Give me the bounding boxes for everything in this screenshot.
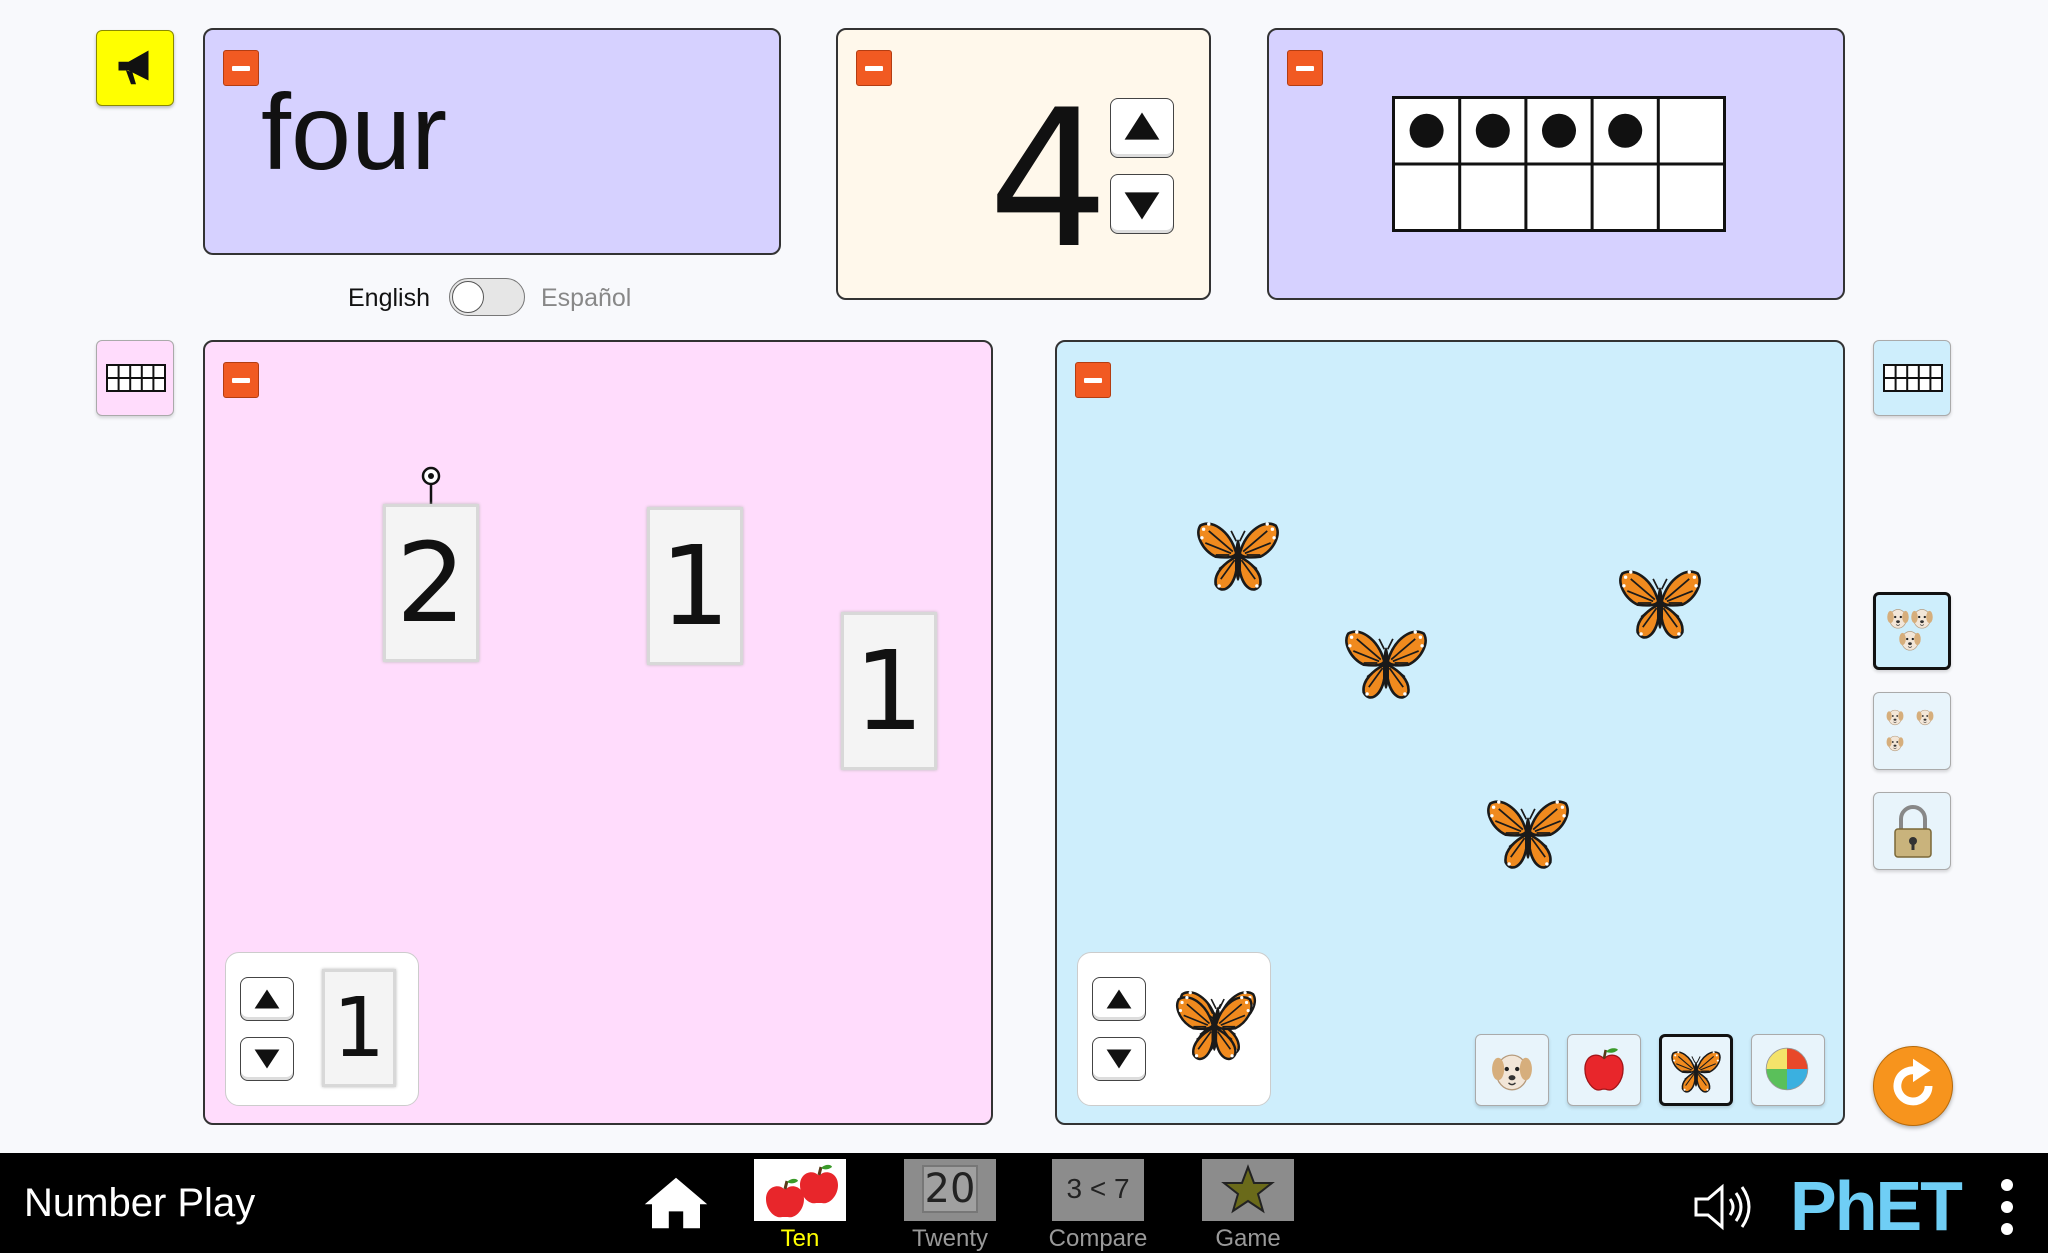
sim-title: Number Play [24, 1181, 256, 1225]
tab-game[interactable]: Game [1198, 1157, 1298, 1253]
collapse-ten-frame-panel-button[interactable] [1287, 50, 1323, 86]
ten-frame-icon [1883, 364, 1943, 392]
butterfly-icon [1485, 790, 1571, 876]
object-type-dog[interactable] [1475, 1034, 1549, 1106]
star-icon [1221, 1164, 1275, 1214]
twenty-icon: 20 [922, 1165, 978, 1213]
butterfly-icon [1670, 1045, 1722, 1097]
ten-frame-panel [1267, 28, 1845, 300]
remove-card-button[interactable] [240, 1037, 294, 1081]
lock-objects-button[interactable] [1873, 792, 1951, 870]
butterfly-object[interactable] [1617, 560, 1703, 646]
object-type-ball[interactable] [1751, 1034, 1825, 1106]
down-arrow-icon [254, 1049, 280, 1069]
lock-icon [1894, 805, 1932, 858]
drag-pin-icon [421, 466, 441, 504]
number-word-panel: four [203, 28, 781, 255]
tab-compare[interactable]: 3 < 7 Compare [1048, 1157, 1148, 1253]
down-arrow-icon [1124, 192, 1160, 220]
right-ten-frame-button[interactable] [1873, 340, 1951, 416]
apples-icon [766, 1164, 838, 1218]
tab-compare-label: Compare [1048, 1225, 1148, 1252]
speak-button[interactable] [96, 30, 174, 106]
object-type-apple[interactable] [1567, 1034, 1641, 1106]
decrement-button[interactable] [1110, 174, 1174, 234]
home-icon [644, 1177, 708, 1229]
ten-frame-dot [1542, 113, 1576, 148]
collapse-number-panel-button[interactable] [856, 50, 892, 86]
group-objects-button[interactable] [1873, 592, 1951, 670]
dog-icon [1486, 1043, 1538, 1095]
add-card-button[interactable] [240, 977, 294, 1021]
object-type-butterfly[interactable] [1659, 1034, 1733, 1106]
butterfly-object[interactable] [1343, 620, 1429, 706]
ten-frame-dot [1608, 113, 1643, 148]
left-play-area: 2 1 1 1 [203, 340, 993, 1125]
number-card[interactable]: 2 [383, 504, 479, 662]
sound-button[interactable] [1690, 1177, 1760, 1237]
tab-ten-label: Ten [780, 1225, 820, 1252]
tab-twenty-label: Twenty [911, 1225, 989, 1252]
collapse-word-panel-button[interactable] [223, 50, 259, 86]
number-card[interactable]: 1 [647, 507, 743, 665]
up-arrow-icon [254, 989, 280, 1009]
tab-compare-icon-box: 3 < 7 [1052, 1159, 1144, 1221]
down-arrow-icon [1106, 1049, 1132, 1069]
spread-objects-button[interactable] [1873, 692, 1951, 770]
ten-frame-dot [1409, 113, 1444, 148]
right-play-area [1055, 340, 1845, 1125]
tab-ten[interactable]: Ten [750, 1157, 850, 1253]
butterfly-icon [1195, 512, 1281, 598]
increment-button[interactable] [1110, 98, 1174, 158]
up-arrow-icon [1106, 989, 1132, 1009]
options-menu-button[interactable] [1994, 1175, 2020, 1239]
add-object-button[interactable] [1092, 977, 1146, 1021]
ten-frame-dot [1475, 113, 1510, 148]
toggle-knob[interactable] [452, 281, 484, 313]
tab-twenty[interactable]: 20 Twenty [900, 1157, 1000, 1253]
number-word: four [261, 71, 448, 192]
megaphone-icon [118, 50, 149, 85]
kebab-menu-icon [2001, 1179, 2013, 1235]
toggle-switch[interactable] [449, 278, 525, 316]
butterfly-icon [1343, 620, 1429, 706]
phet-logo-text: PhET [1790, 1167, 1963, 1245]
apple-icon [1584, 1048, 1624, 1091]
number-card[interactable]: 1 [841, 612, 937, 770]
left-ten-frame-button[interactable] [96, 340, 174, 416]
butterfly-icon [1617, 560, 1703, 646]
card-stack[interactable]: 1 [322, 969, 396, 1087]
navigation-bar: Number Play Ten 20 Twenty 3 < 7 Compare … [0, 1153, 2048, 1253]
tab-twenty-icon-box: 20 [904, 1159, 996, 1221]
collapse-left-play-area-button[interactable] [223, 362, 259, 398]
tab-game-icon-box [1202, 1159, 1294, 1221]
reset-icon [1893, 1058, 1933, 1106]
number-panel: 4 [836, 28, 1211, 300]
up-arrow-icon [1124, 112, 1160, 140]
ten-frame [1392, 96, 1726, 232]
language-toggle[interactable]: English Español [340, 276, 660, 318]
remove-object-button[interactable] [1092, 1037, 1146, 1081]
current-number: 4 [988, 69, 1109, 290]
speaker-icon [1694, 1183, 1751, 1231]
tab-ten-icon-box [754, 1159, 846, 1221]
espanol-label: Español [541, 284, 632, 312]
home-button[interactable] [640, 1173, 712, 1235]
butterfly-object[interactable] [1195, 512, 1281, 598]
tab-game-label: Game [1215, 1225, 1281, 1252]
grouped-dogs-icon [1886, 609, 1934, 651]
ball-icon [1765, 1047, 1809, 1091]
reset-all-button[interactable] [1873, 1046, 1953, 1126]
butterfly-object[interactable] [1485, 790, 1571, 876]
ten-frame-icon [106, 364, 166, 392]
card-creator-box: 1 [225, 952, 419, 1106]
spread-dogs-icon [1886, 709, 1934, 752]
phet-logo[interactable]: PhET [1790, 1171, 1980, 1241]
collapse-right-play-area-button[interactable] [1075, 362, 1111, 398]
butterfly-stack-icon[interactable] [1174, 983, 1258, 1067]
object-creator-box [1077, 952, 1271, 1106]
english-label: English [348, 284, 430, 312]
compare-icon: 3 < 7 [1066, 1173, 1130, 1204]
